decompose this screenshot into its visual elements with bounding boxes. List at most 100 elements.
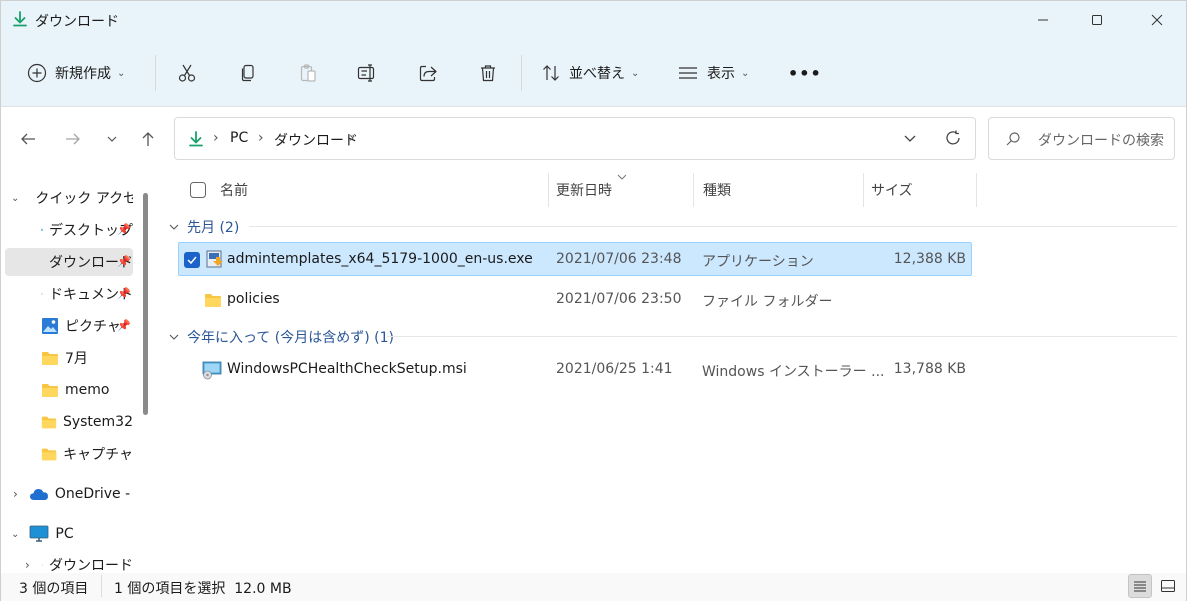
more-options-button[interactable]: ••• [788, 45, 822, 101]
back-button[interactable] [13, 125, 43, 153]
forward-button[interactable] [58, 125, 88, 153]
sort-button[interactable]: 並べ替え ⌄ [541, 45, 639, 101]
column-header-date[interactable]: 更新日時 [556, 175, 612, 205]
sidebar-item-label: OneDrive - [54, 486, 131, 502]
sidebar-item-documents[interactable]: ドキュメント 📌 [41, 280, 133, 308]
sidebar-scrollbar[interactable] [143, 193, 148, 415]
sidebar-item-folder-memo[interactable]: memo [41, 376, 133, 404]
column-divider[interactable] [976, 173, 977, 207]
arrow-up-icon [142, 132, 154, 146]
file-size: 13,788 KB [893, 361, 966, 377]
chevron-right-icon[interactable]: › [25, 558, 30, 572]
status-bar: 3 個の項目 1 個の項目を選択 12.0 MB [1, 573, 1186, 601]
sidebar-item-downloads[interactable]: ダウンロード 📌 [5, 248, 133, 276]
file-date: 2021/07/06 23:50 [556, 291, 682, 307]
breadcrumb-separator[interactable]: › [349, 130, 355, 146]
sidebar-item-desktop[interactable]: デスクトップ 📌 [41, 216, 133, 244]
select-all-checkbox[interactable] [190, 175, 206, 205]
folder-icon [41, 448, 57, 461]
recent-locations-button[interactable] [97, 125, 127, 153]
search-box[interactable]: ダウンロードの検索 [988, 117, 1175, 160]
group-header-this-year[interactable]: 今年に入って (今月は含めず) (1) [169, 327, 394, 347]
sidebar-item-label: クイック アクセス [35, 191, 133, 207]
sort-label: 並べ替え [569, 66, 625, 82]
details-view-button[interactable] [1128, 574, 1152, 598]
sidebar-item-folder-july[interactable]: 7月 [41, 344, 133, 372]
group-divider [387, 336, 1177, 337]
minimize-button[interactable] [1020, 1, 1066, 39]
address-bar[interactable]: › PC › ダウンロード › [174, 117, 976, 160]
delete-button[interactable] [478, 45, 498, 101]
column-header-name[interactable]: 名前 [220, 175, 248, 205]
file-name: WindowsPCHealthCheckSetup.msi [227, 361, 467, 377]
breadcrumb-pc[interactable]: PC [230, 130, 248, 146]
share-button[interactable] [418, 45, 438, 101]
large-icons-view-button[interactable] [1156, 574, 1180, 598]
cloud-icon [29, 489, 48, 500]
breadcrumb-downloads[interactable]: ダウンロード [274, 130, 358, 150]
scissors-icon [178, 64, 196, 82]
chevron-down-icon[interactable] [903, 133, 917, 145]
sidebar-item-folder-capture[interactable]: キャプチャ [41, 440, 133, 468]
file-name: admintemplates_x64_5179-1000_en-us.exe [227, 251, 533, 267]
file-row[interactable]: WindowsPCHealthCheckSetup.msi 2021/06/25… [178, 353, 972, 387]
file-type: Windows インストーラー ... [702, 364, 885, 380]
tiles-view-icon [1161, 580, 1175, 592]
file-date: 2021/06/25 1:41 [556, 361, 673, 377]
toolbar-divider [155, 55, 156, 91]
up-button[interactable] [133, 125, 163, 153]
copy-button[interactable] [238, 45, 258, 101]
chevron-right-icon[interactable]: › [13, 487, 18, 501]
rename-icon [357, 64, 375, 82]
close-button[interactable] [1134, 1, 1180, 39]
clipboard-icon [300, 64, 316, 82]
breadcrumb-separator[interactable]: › [213, 130, 219, 146]
rename-button[interactable] [357, 45, 379, 101]
document-icon [41, 293, 43, 295]
paste-button[interactable] [298, 45, 318, 101]
msi-icon [202, 361, 222, 380]
group-label: 今年に入って (今月は含めず) (1) [187, 330, 394, 346]
chevron-down-icon [107, 136, 117, 142]
chevron-down-icon[interactable]: ⌄ [11, 529, 19, 540]
download-icon [41, 564, 43, 566]
trash-icon [481, 65, 495, 82]
sidebar-item-quick-access[interactable]: ⌄ クイック アクセス [5, 184, 133, 212]
copy-icon [241, 64, 254, 82]
sidebar-item-label: memo [65, 382, 110, 398]
group-header-last-month[interactable]: 先月 (2) [169, 217, 239, 237]
file-row[interactable]: policies 2021/07/06 23:50 ファイル フォルダー [178, 283, 972, 317]
column-divider[interactable] [863, 173, 864, 207]
cut-button[interactable] [177, 45, 197, 101]
sidebar-item-pc[interactable]: ⌄ PC [5, 520, 133, 548]
pc-icon [29, 525, 49, 542]
view-menu-button[interactable]: 表示 ⌄ [677, 45, 749, 101]
column-header-type[interactable]: 種類 [703, 175, 731, 205]
maximize-button[interactable] [1074, 1, 1120, 39]
item-count: 3 個の項目 [19, 581, 89, 597]
sidebar-item-pc-downloads[interactable]: › ダウンロード [5, 551, 133, 573]
download-icon [189, 131, 203, 147]
more-icon: ••• [788, 63, 822, 83]
sidebar-item-pictures[interactable]: ピクチャ 📌 [41, 312, 133, 340]
column-divider[interactable] [548, 173, 549, 207]
refresh-icon[interactable] [944, 129, 962, 147]
new-button[interactable]: 新規作成 ⌄ [27, 45, 125, 101]
new-label: 新規作成 [55, 66, 111, 82]
navigation-pane: ⌄ クイック アクセス デスクトップ 📌 ダウンロード 📌 [1, 169, 157, 573]
sidebar-item-folder-system32[interactable]: System32 [41, 408, 133, 436]
folder-icon [205, 294, 221, 307]
sidebar-item-onedrive[interactable]: › OneDrive - [5, 480, 133, 508]
chevron-down-icon: ⌄ [631, 67, 640, 79]
chevron-down-icon[interactable]: ⌄ [11, 193, 19, 204]
close-icon [1151, 14, 1163, 26]
column-header-size[interactable]: サイズ [871, 175, 913, 205]
selection-info: 1 個の項目を選択 12.0 MB [114, 581, 292, 597]
group-divider [249, 226, 1177, 227]
row-checkbox[interactable] [184, 252, 200, 268]
toolbar-divider [521, 55, 522, 91]
title-bar: ダウンロード [1, 1, 1186, 39]
file-row[interactable]: admintemplates_x64_5179-1000_en-us.exe 2… [178, 242, 972, 276]
column-divider[interactable] [693, 173, 694, 207]
breadcrumb-separator[interactable]: › [258, 130, 264, 146]
